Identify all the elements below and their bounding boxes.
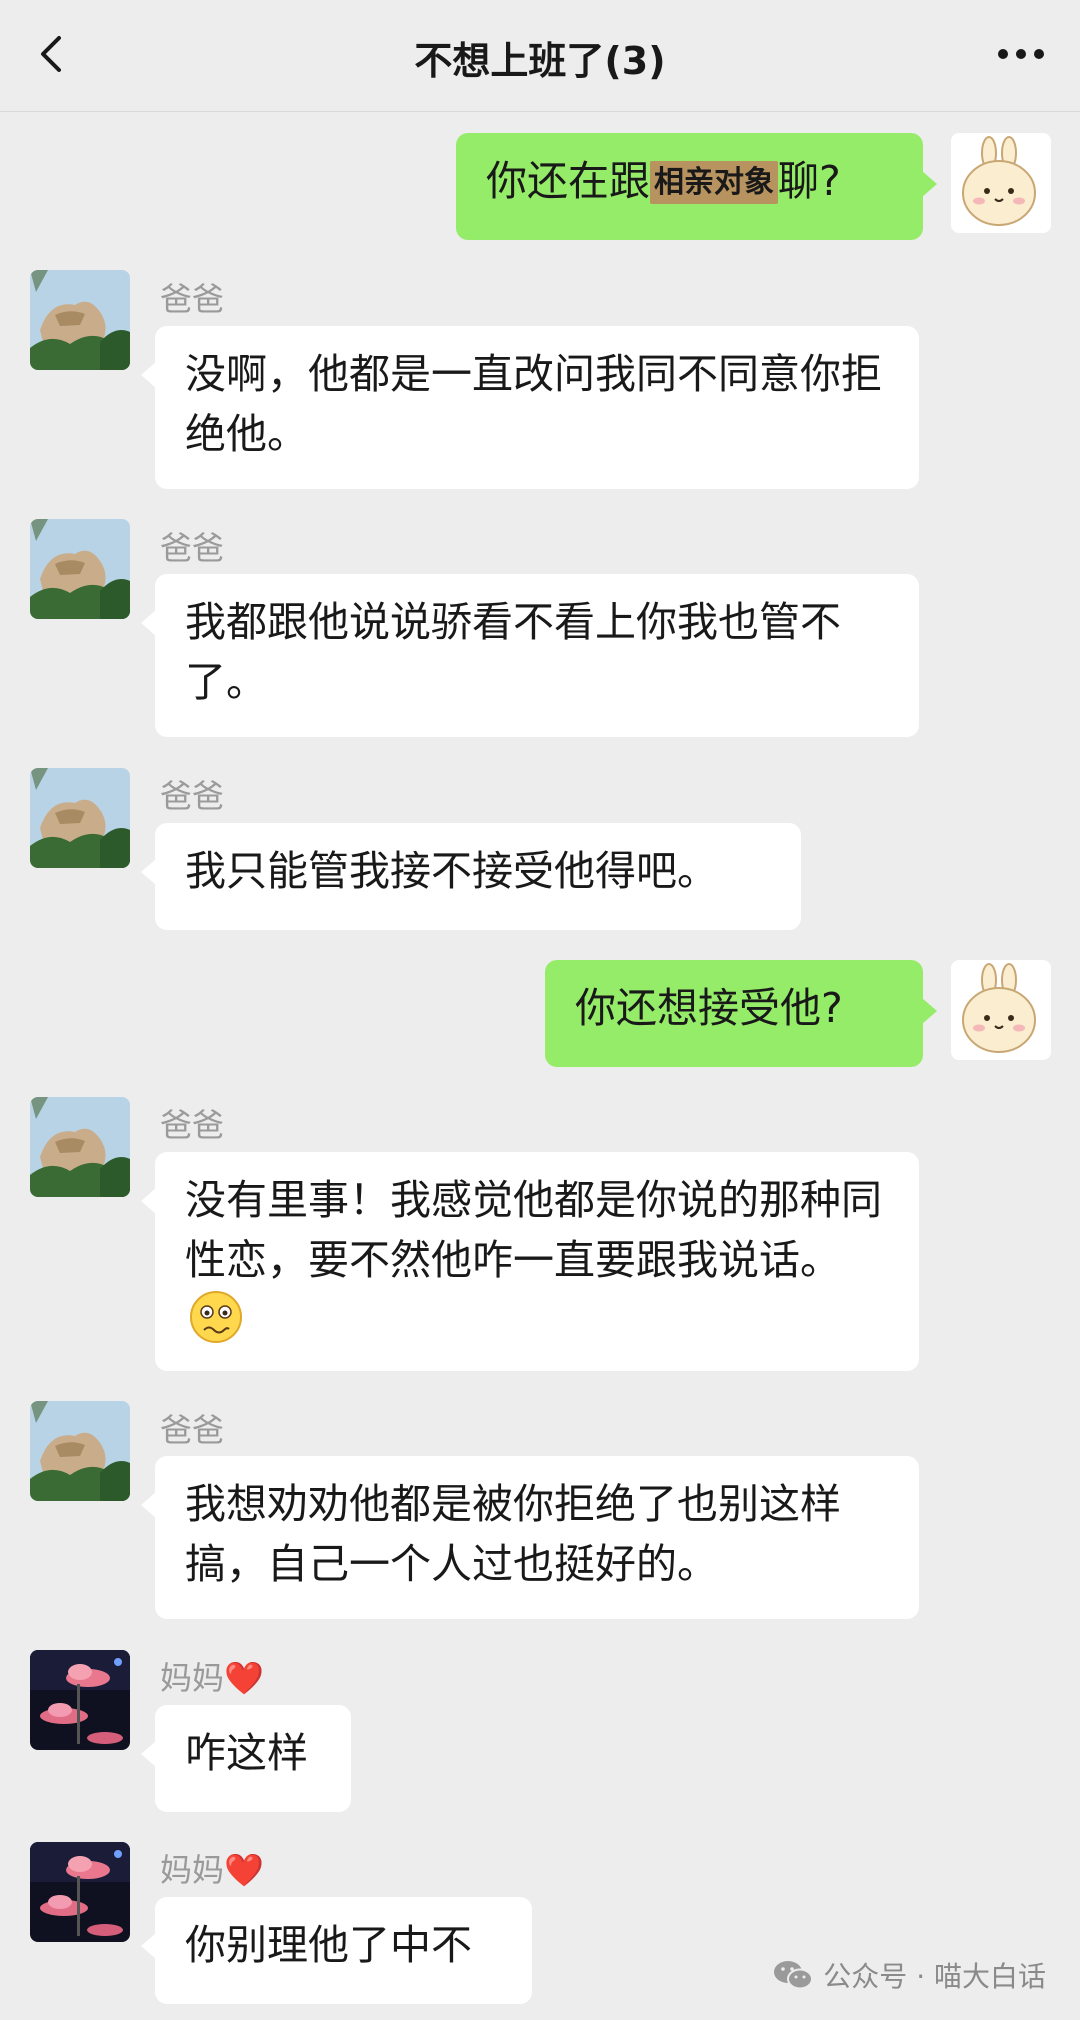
sender-name: 爸爸 [160, 777, 225, 815]
sender-name-text: 妈妈 [160, 1659, 225, 1697]
watermark: 公众号 · 喵大白话 [773, 1955, 1046, 1995]
flower-avatar-icon [30, 1842, 130, 1942]
bunny-avatar-icon [951, 960, 1051, 1060]
mom-avatar[interactable] [30, 1650, 130, 1750]
message-bubble-incoming[interactable]: 我都跟他说说骄看不看上你我也管不了。 [141, 574, 919, 737]
dad-avatar[interactable] [30, 1097, 130, 1197]
sender-name: 爸爸 [160, 1106, 225, 1144]
sender-name: 妈妈❤️ [160, 1845, 264, 1891]
sender-name: 爸爸 [160, 280, 225, 318]
message-text: 你还在跟 [486, 157, 650, 205]
message-bubble-incoming[interactable]: 没啊，他都是一直改问我同不同意你拒绝他。 [141, 326, 919, 489]
message-text: 聊? [778, 157, 841, 205]
message-bubble-outgoing[interactable]: 你还想接受他? [545, 960, 937, 1067]
watermark-text: 公众号 · 喵大白话 [823, 1960, 1046, 1993]
mountain-avatar-icon [30, 1401, 130, 1501]
mountain-avatar-icon [30, 768, 130, 868]
message-bubble-outgoing[interactable]: 你还在跟 相亲对象聊? [456, 133, 937, 240]
dad-avatar[interactable] [30, 270, 130, 370]
heart-icon: ❤️ [224, 1851, 264, 1889]
wechat-icon [774, 1961, 814, 1990]
message-bubble-incoming[interactable]: 没有里事！我感觉他都是你说的那种同性恋，要不然他咋一直要跟我说话。 [141, 1152, 919, 1371]
flower-avatar-icon [30, 1650, 130, 1750]
sender-name: 妈妈❤️ [160, 1653, 264, 1699]
dad-avatar[interactable] [30, 768, 130, 868]
chat-header: 不想上班了(3) [0, 0, 1080, 112]
my-avatar[interactable] [951, 133, 1051, 233]
sender-name: 爸爸 [160, 529, 225, 567]
message-bubble-incoming[interactable]: 你别理他了中不 [141, 1897, 532, 2004]
sender-name-text: 妈妈 [160, 1851, 225, 1889]
message-text: 没有里事！我感觉他都是你说的那种同性恋，要不然他咋一直要跟我说话。 [185, 1176, 882, 1284]
chat-title: 不想上班了(3) [414, 39, 666, 83]
message-bubble-incoming[interactable]: 我想劝劝他都是被你拒绝了也别这样搞，自己一个人过也挺好的。 [141, 1456, 919, 1619]
more-dots-icon [998, 49, 1044, 59]
message-bubble-incoming[interactable]: 咋这样 [141, 1705, 351, 1812]
highlighted-text: 相亲对象 [650, 161, 778, 204]
dad-avatar[interactable] [30, 519, 130, 619]
bunny-avatar-icon [951, 133, 1051, 233]
sender-name: 爸爸 [160, 1411, 225, 1449]
mountain-avatar-icon [30, 270, 130, 370]
dad-avatar[interactable] [30, 1401, 130, 1501]
worried-face-emoji [190, 1291, 242, 1343]
message-bubble-incoming[interactable]: 我只能管我接不接受他得吧。 [141, 823, 801, 930]
heart-icon: ❤️ [224, 1659, 264, 1697]
mountain-avatar-icon [30, 519, 130, 619]
mom-avatar[interactable] [30, 1842, 130, 1942]
mountain-avatar-icon [30, 1097, 130, 1197]
more-button[interactable] [986, 26, 1056, 82]
my-avatar[interactable] [951, 960, 1051, 1060]
